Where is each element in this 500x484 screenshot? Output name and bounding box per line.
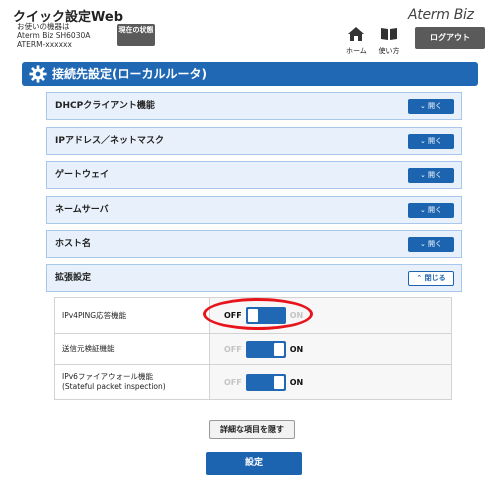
open-button[interactable]: ⌄ 開く (408, 168, 454, 183)
setting-label: 送信元検証機能 (54, 333, 210, 365)
howto-link[interactable]: 使い方 (376, 26, 402, 56)
section-label: ネームサーバ (55, 205, 109, 215)
toggle-switch[interactable] (245, 340, 286, 358)
setting-label-text: IPv4PING応答機能 (62, 310, 127, 320)
chevron-down-icon: ⌄ (419, 102, 426, 110)
hide-details-button[interactable]: 詳細な項目を隠す (209, 420, 295, 439)
toggle-knob (273, 375, 284, 389)
hide-details-label: 詳細な項目を隠す (220, 425, 284, 434)
toggle-on-label: ON (289, 377, 304, 387)
logout-button[interactable]: ログアウト (415, 27, 485, 49)
setting-label-text: 送信元検証機能 (62, 344, 115, 353)
home-label: ホーム (346, 47, 367, 55)
book-icon (381, 28, 397, 40)
setting-label-subtext: (Stateful packet inspection) (62, 382, 166, 391)
section-label: IPアドレス／ネットマスク (55, 136, 164, 146)
section-gateway[interactable]: ゲートウェイ ⌄ 開く (46, 161, 462, 189)
close-button-label: 閉じる (424, 274, 446, 282)
section-ip-netmask[interactable]: IPアドレス／ネットマスク ⌄ 開く (46, 127, 462, 155)
logout-label: ログアウト (430, 33, 470, 42)
chevron-down-icon: ⌄ (419, 171, 426, 179)
section-name-server[interactable]: ネームサーバ ⌄ 開く (46, 196, 462, 224)
open-button[interactable]: ⌄ 開く (408, 203, 454, 218)
section-host-name[interactable]: ホスト名 ⌄ 開く (46, 230, 462, 258)
section-label: ホスト名 (55, 239, 92, 249)
header: クイック設定Web お使いの機器は Aterm Biz SH6030A ATER… (0, 0, 500, 58)
toggle-off-label: OFF (224, 344, 242, 354)
section-label: ゲートウェイ (55, 170, 110, 180)
device-info: お使いの機器は Aterm Biz SH6030A ATERM-xxxxxx (17, 22, 90, 49)
open-button-label: 開く (428, 206, 443, 214)
brand-logo: Aterm Biz (408, 7, 474, 23)
setting-row-ipv6-firewall: IPv6ファイアウォール機能 (Stateful packet inspecti… (54, 364, 452, 400)
home-icon (348, 27, 364, 41)
submit-label: 設定 (244, 458, 263, 468)
source-verification-toggle[interactable]: OFF ON (224, 340, 304, 358)
open-button[interactable]: ⌄ 開く (408, 134, 454, 149)
device-name: ATERM-xxxxxx (17, 40, 72, 49)
chevron-up-icon: ⌃ (416, 274, 423, 282)
setting-row-source-verification: 送信元検証機能 OFF ON (54, 333, 452, 365)
open-button-label: 開く (428, 137, 443, 145)
toggle-switch[interactable] (245, 373, 286, 391)
open-button-label: 開く (428, 171, 443, 179)
open-button-label: 開く (428, 240, 443, 248)
chevron-down-icon: ⌄ (419, 240, 426, 248)
toggle-knob (273, 342, 284, 356)
device-model: Aterm Biz SH6030A (17, 31, 91, 40)
chevron-down-icon: ⌄ (419, 206, 426, 214)
close-button[interactable]: ⌃ 閉じる (408, 271, 454, 286)
submit-button[interactable]: 設定 (206, 452, 302, 475)
chevron-down-icon: ⌄ (419, 137, 426, 145)
highlight-ellipse (203, 298, 313, 330)
setting-control: OFF ON (209, 364, 452, 400)
section-extended-settings[interactable]: 拡張設定 ⌃ 閉じる (46, 264, 462, 292)
toggle-on-label: ON (289, 344, 304, 354)
gear-icon (29, 65, 47, 83)
device-prefix: お使いの機器は (17, 22, 70, 31)
section-label: DHCPクライアント機能 (55, 101, 155, 111)
section-label: 拡張設定 (55, 273, 92, 283)
setting-label: IPv6ファイアウォール機能 (Stateful packet inspecti… (54, 364, 210, 400)
page-title-bar: 接続先設定(ローカルルータ) (22, 62, 478, 86)
setting-label-text: IPv6ファイアウォール機能 (62, 372, 153, 381)
open-button[interactable]: ⌄ 開く (408, 99, 454, 114)
page-title: 接続先設定(ローカルルータ) (52, 67, 207, 81)
setting-label: IPv4PING応答機能 (54, 297, 210, 334)
open-button[interactable]: ⌄ 開く (408, 237, 454, 252)
current-status-label: 現在の状態 (118, 26, 154, 34)
setting-control: OFF ON (209, 333, 452, 365)
toggle-off-label: OFF (224, 377, 242, 387)
section-dhcp-client[interactable]: DHCPクライアント機能 ⌄ 開く (46, 92, 462, 120)
current-status-button[interactable]: 現在の状態 (117, 24, 155, 46)
howto-label: 使い方 (378, 47, 400, 55)
open-button-label: 開く (428, 102, 443, 110)
ipv6-firewall-toggle[interactable]: OFF ON (224, 373, 304, 391)
home-link[interactable]: ホーム (346, 26, 367, 56)
